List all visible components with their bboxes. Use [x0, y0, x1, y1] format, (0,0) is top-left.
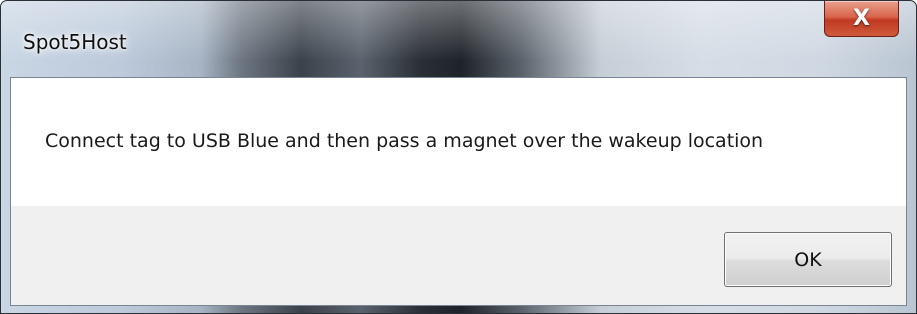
message-text: Connect tag to USB Blue and then pass a …: [45, 130, 764, 152]
message-area: Connect tag to USB Blue and then pass a …: [11, 78, 906, 206]
message-dialog: Spot5Host X Connect tag to USB Blue and …: [0, 0, 917, 314]
title-bar[interactable]: Spot5Host X: [1, 1, 916, 76]
window-title: Spot5Host: [23, 30, 127, 54]
close-icon: X: [853, 6, 870, 31]
ok-button[interactable]: OK: [724, 232, 892, 287]
dialog-client-area: Connect tag to USB Blue and then pass a …: [10, 77, 907, 306]
ok-button-label: OK: [794, 248, 822, 271]
close-button[interactable]: X: [824, 1, 899, 37]
